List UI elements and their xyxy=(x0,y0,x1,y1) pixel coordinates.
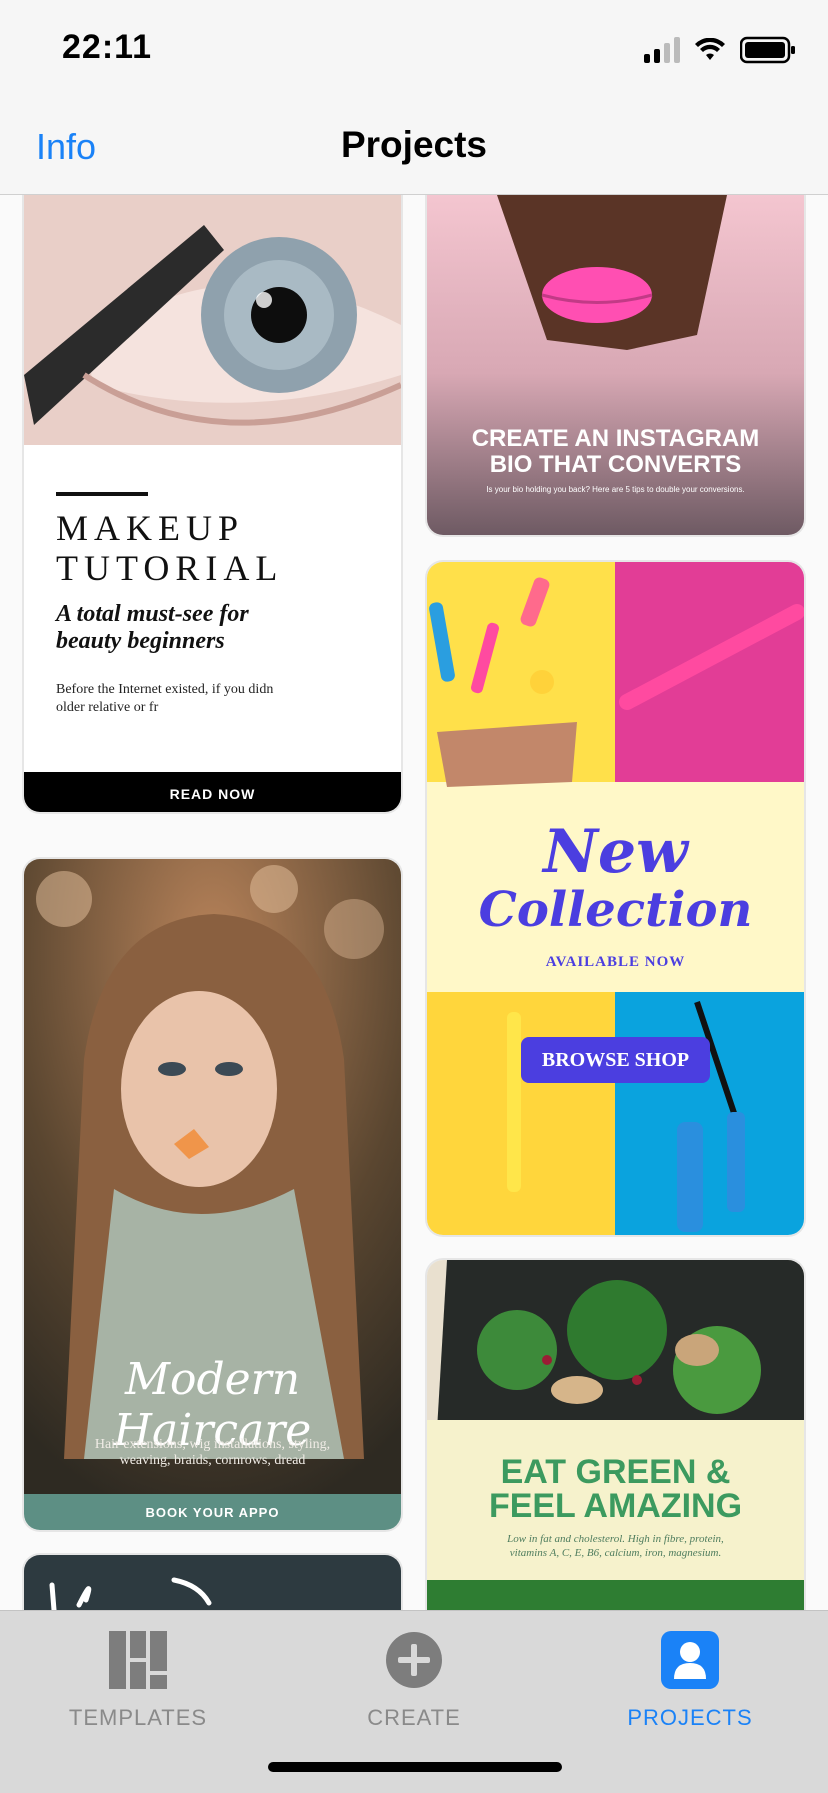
makeup-title-line2: TUTORIAL xyxy=(56,548,284,588)
instagram-title-line2: BIO THAT CONVERTS xyxy=(489,451,742,478)
collection-title-line1: New xyxy=(543,817,688,887)
makeup-body-line2: older relative or fr xyxy=(56,700,159,715)
person-icon xyxy=(661,1631,719,1689)
makeup-body-line1: Before the Internet existed, if you didn xyxy=(56,682,274,697)
makeup-title-line1: MAKEUP xyxy=(56,508,245,548)
home-indicator xyxy=(268,1762,562,1772)
lips-photo xyxy=(427,195,804,535)
battery-icon xyxy=(740,36,795,64)
eye-photo xyxy=(24,195,401,445)
tab-templates-label: TEMPLATES xyxy=(68,1705,208,1730)
tab-templates[interactable]: TEMPLATES xyxy=(0,1621,276,1741)
project-card-instagram[interactable]: CREATE AN INSTAGRAM BIO THAT CONVERTS Is… xyxy=(427,195,804,535)
projects-grid: MAKEUP TUTORIAL A total must-see for bea… xyxy=(0,195,828,1610)
collection-title-line2: Collection xyxy=(478,882,753,938)
script-graphic xyxy=(49,1577,212,1610)
book-label: BOOK YOUR APPO xyxy=(145,1505,280,1520)
project-card-green[interactable]: EAT GREEN & FEEL AMAZING Low in fat and … xyxy=(427,1260,804,1610)
makeup-subtitle-line1: A total must-see for xyxy=(56,601,249,627)
tab-create-label: CREATE xyxy=(367,1705,461,1730)
tab-projects-label: PROJECTS xyxy=(627,1705,753,1730)
project-card-haircare[interactable]: Modern Haircare Hair extensions, wig ins… xyxy=(24,859,401,1530)
title-divider xyxy=(56,492,148,496)
project-card-dark[interactable] xyxy=(24,1555,401,1610)
green-title-line2: FEEL AMAZING xyxy=(488,1487,743,1525)
makeup-subtitle-line2: beauty beginners xyxy=(56,628,225,654)
project-card-makeup[interactable]: MAKEUP TUTORIAL A total must-see for bea… xyxy=(24,195,401,812)
haircare-body-line1: Hair extensions, wig installations, styl… xyxy=(94,1437,331,1452)
instagram-title-line1: CREATE AN INSTAGRAM xyxy=(471,425,760,452)
page-title: Projects xyxy=(340,124,487,165)
wifi-icon xyxy=(695,38,725,60)
tab-projects[interactable]: PROJECTS xyxy=(552,1621,828,1741)
green-body-line1: Low in fat and cholesterol. High in fibr… xyxy=(507,1533,724,1545)
green-body-line2: vitamins A, C, E, B6, calcium, iron, mag… xyxy=(509,1547,722,1559)
templates-icon xyxy=(109,1631,167,1689)
project-card-collection[interactable]: New Collection AVAILABLE NOW BROWSE SHOP xyxy=(427,562,804,1235)
read-now-label: READ NOW xyxy=(169,786,256,802)
tab-create[interactable]: CREATE xyxy=(276,1621,552,1741)
instagram-body: Is your bio holding you back? Here are 5… xyxy=(486,485,745,494)
status-bar: 22:11 xyxy=(0,0,828,100)
status-icons xyxy=(644,36,796,64)
browse-shop-label: BROWSE SHOP xyxy=(541,1049,690,1071)
haircare-body-line2: weaving, braids, cornrows, dread xyxy=(119,1453,306,1468)
collection-subtitle: AVAILABLE NOW xyxy=(545,954,686,970)
plus-circle-icon xyxy=(386,1632,442,1688)
navigation-bar: Info Projects xyxy=(0,100,828,195)
signal-icon xyxy=(644,37,680,63)
status-time: 22:11 xyxy=(62,28,153,66)
